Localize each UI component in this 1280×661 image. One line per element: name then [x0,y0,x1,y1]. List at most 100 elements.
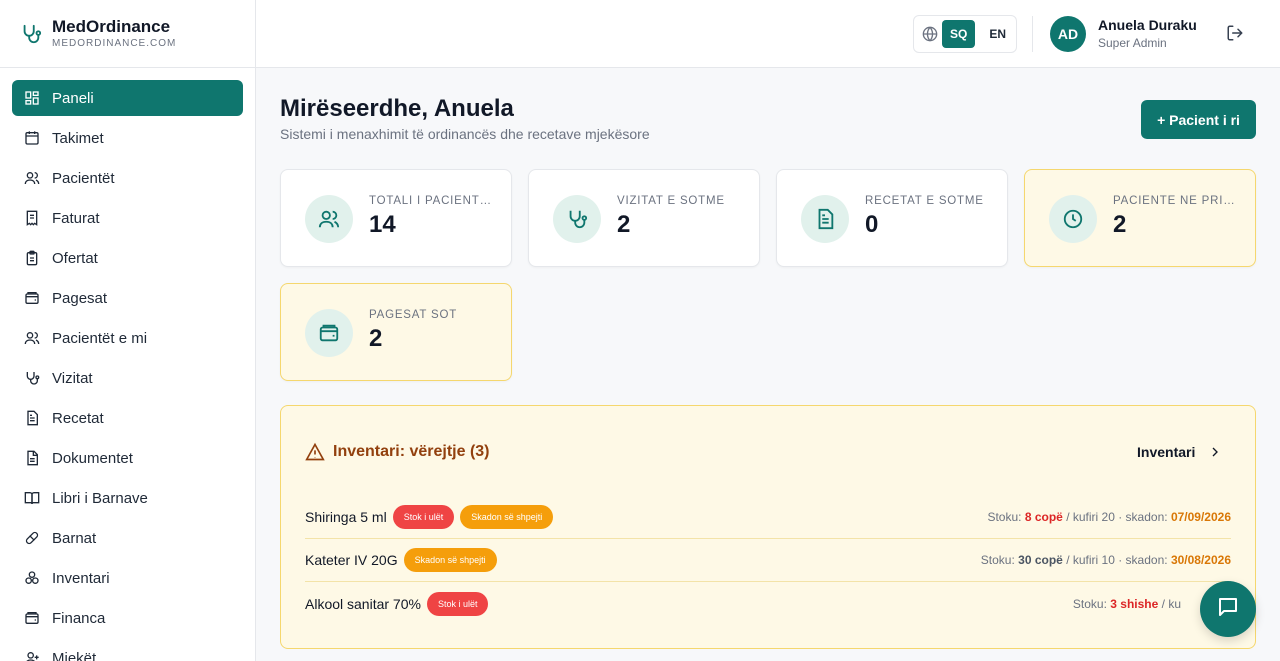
item-name: Shiringa 5 ml [305,509,387,525]
sidebar-item-label: Recetat [52,409,104,427]
stat-card-visits-today[interactable]: VIZITAT E SOTME 2 [528,169,760,267]
chat-button[interactable] [1200,581,1256,637]
invoice-icon [24,210,40,226]
inventory-row[interactable]: Kateter IV 20G Skadon së shpejti Stoku: … [305,539,1231,582]
sidebar-item-label: Takimet [52,129,104,147]
globe-icon [922,26,938,42]
sidebar-item-label: Faturat [52,209,100,227]
sidebar-item-label: Pacientët [52,169,115,187]
sidebar-item-ofertat[interactable]: Ofertat [12,240,243,276]
clock-icon [1049,195,1097,243]
sidebar-item-libri-i-barnave[interactable]: Libri i Barnave [12,480,243,516]
users-icon [24,170,40,186]
inventory-link[interactable]: Inventari [1137,444,1223,460]
sidebar-nav: Paneli Takimet Pacientët Faturat Ofertat… [0,68,255,661]
brand[interactable]: MedOrdinance MEDORDINANCE.COM [0,0,255,68]
sidebar-item-pacientet-e-mi[interactable]: Pacientët e mi [12,320,243,356]
inventory-row[interactable]: Shiringa 5 ml Stok i ulët Skadon së shpe… [305,496,1231,539]
sidebar-item-label: Inventari [52,569,110,587]
stat-value: 0 [865,211,879,238]
sidebar-item-recetat[interactable]: Recetat [12,400,243,436]
logout-icon[interactable] [1226,24,1246,44]
sidebar-item-label: Pagesat [52,289,108,307]
item-meta: Stoku: 3 shishe / ku [1073,597,1181,611]
sidebar-item-financa[interactable]: Financa [12,600,243,636]
stat-label: PAGESAT SOT [369,309,458,321]
sidebar-item-pagesat[interactable]: Pagesat [12,280,243,316]
sidebar-item-inventari[interactable]: Inventari [12,560,243,596]
item-meta: Stoku: 30 copë / kufiri 10 · skadon: 30/… [981,553,1231,567]
sidebar-item-label: Paneli [52,89,94,107]
brand-name: MedOrdinance [52,16,171,36]
page-subtitle: Sistemi i menaxhimit të ordinancës dhe r… [280,126,650,142]
sidebar-item-vizitat[interactable]: Vizitat [12,360,243,396]
stock-label: Stoku: [980,553,1015,567]
sidebar-item-label: Mjekët [52,649,97,661]
new-patient-button[interactable]: + Pacient i ri [1141,100,1256,139]
calendar-icon [24,130,40,146]
chevron-right-icon [1207,444,1223,460]
stat-card-total-patients[interactable]: TOTALI I PACIENTËVE 14 [280,169,512,267]
stat-card-prescriptions-today[interactable]: RECETAT E SOTME 0 [776,169,1008,267]
sidebar-item-paneli[interactable]: Paneli [12,80,243,116]
divider [1032,16,1033,52]
book-icon [24,490,40,506]
language-en-button[interactable]: EN [981,20,1014,48]
stat-card-waiting-patients[interactable]: PACIENTË NË PRITJE 2 [1024,169,1256,267]
user-role: Super Admin [1098,36,1167,50]
expiry-date: 30/08/2026 [1170,553,1231,567]
users-icon [305,195,353,243]
inventory-title-text: Inventari: vërejtje (3) [333,443,490,460]
wallet-icon [24,290,40,306]
boxes-icon [24,570,40,586]
dashboard-icon [24,90,40,106]
language-switcher: SQ EN [913,15,1017,53]
stat-label: VIZITAT E SOTME [617,195,725,207]
topbar: SQ EN AD Anuela Duraku Super Admin [256,0,1280,68]
clipboard-icon [24,250,40,266]
brand-domain: MEDORDINANCE.COM [52,37,177,49]
badge-expiring-soon: Skadon së shpejti [403,548,497,572]
sidebar-item-label: Ofertat [52,249,98,267]
stock-quantity: 30 copë [1018,553,1063,567]
warning-icon [305,442,325,462]
sidebar-item-faturat[interactable]: Faturat [12,200,243,236]
badge-low-stock: Stok i ulët [392,505,455,529]
item-name: Alkool sanitar 70% [305,595,421,612]
stock-label: Stoku: [987,510,1022,524]
page-title: Mirëseerdhe, Anuela [280,95,514,122]
stethoscope-logo-icon [18,21,44,47]
sidebar-item-label: Libri i Barnave [52,489,148,507]
avatar[interactable]: AD [1050,16,1086,52]
inventory-alerts-title: Inventari: vërejtje (3) [305,442,490,462]
stat-label: PACIENTË NË PRITJE [1113,195,1238,207]
sidebar-item-label: Pacientët e mi [52,329,148,347]
stat-label: TOTALI I PACIENTËVE [369,195,494,207]
doctor-icon [24,650,40,661]
stock-label: Stoku: [1072,596,1107,611]
sidebar-item-takimet[interactable]: Takimet [12,120,243,156]
main-content: Mirëseerdhe, Anuela Sistemi i menaxhimit… [256,68,1280,661]
pill-icon [24,530,40,546]
stethoscope-icon [24,370,40,386]
language-sq-button[interactable]: SQ [942,20,976,48]
stat-value: 14 [369,211,396,238]
inventory-alerts-panel: Inventari: vërejtje (3) Inventari Shirin… [280,405,1256,649]
stat-card-payments-today[interactable]: PAGESAT SOT 2 [280,283,512,381]
inventory-row[interactable]: Alkool sanitar 70% Stok i ulët Stoku: 3 … [305,582,1231,625]
sidebar-item-label: Barnat [52,529,97,547]
wallet-icon [305,309,353,357]
item-meta: Stoku: 8 copë / kufiri 20 · skadon: 07/0… [987,510,1231,524]
stat-label: RECETAT E SOTME [865,195,984,207]
sidebar-item-dokumentet[interactable]: Dokumentet [12,440,243,476]
wallet-icon [24,610,40,626]
sidebar-item-label: Dokumentet [52,449,133,467]
document-icon [24,410,40,426]
sidebar-item-pacientet[interactable]: Pacientët [12,160,243,196]
stethoscope-icon [553,195,601,243]
sidebar-item-mjeket[interactable]: Mjekët [12,640,243,661]
file-icon [24,450,40,466]
sidebar-item-label: Financa [52,609,106,627]
sidebar: MedOrdinance MEDORDINANCE.COM Paneli Tak… [0,0,256,661]
sidebar-item-barnat[interactable]: Barnat [12,520,243,556]
